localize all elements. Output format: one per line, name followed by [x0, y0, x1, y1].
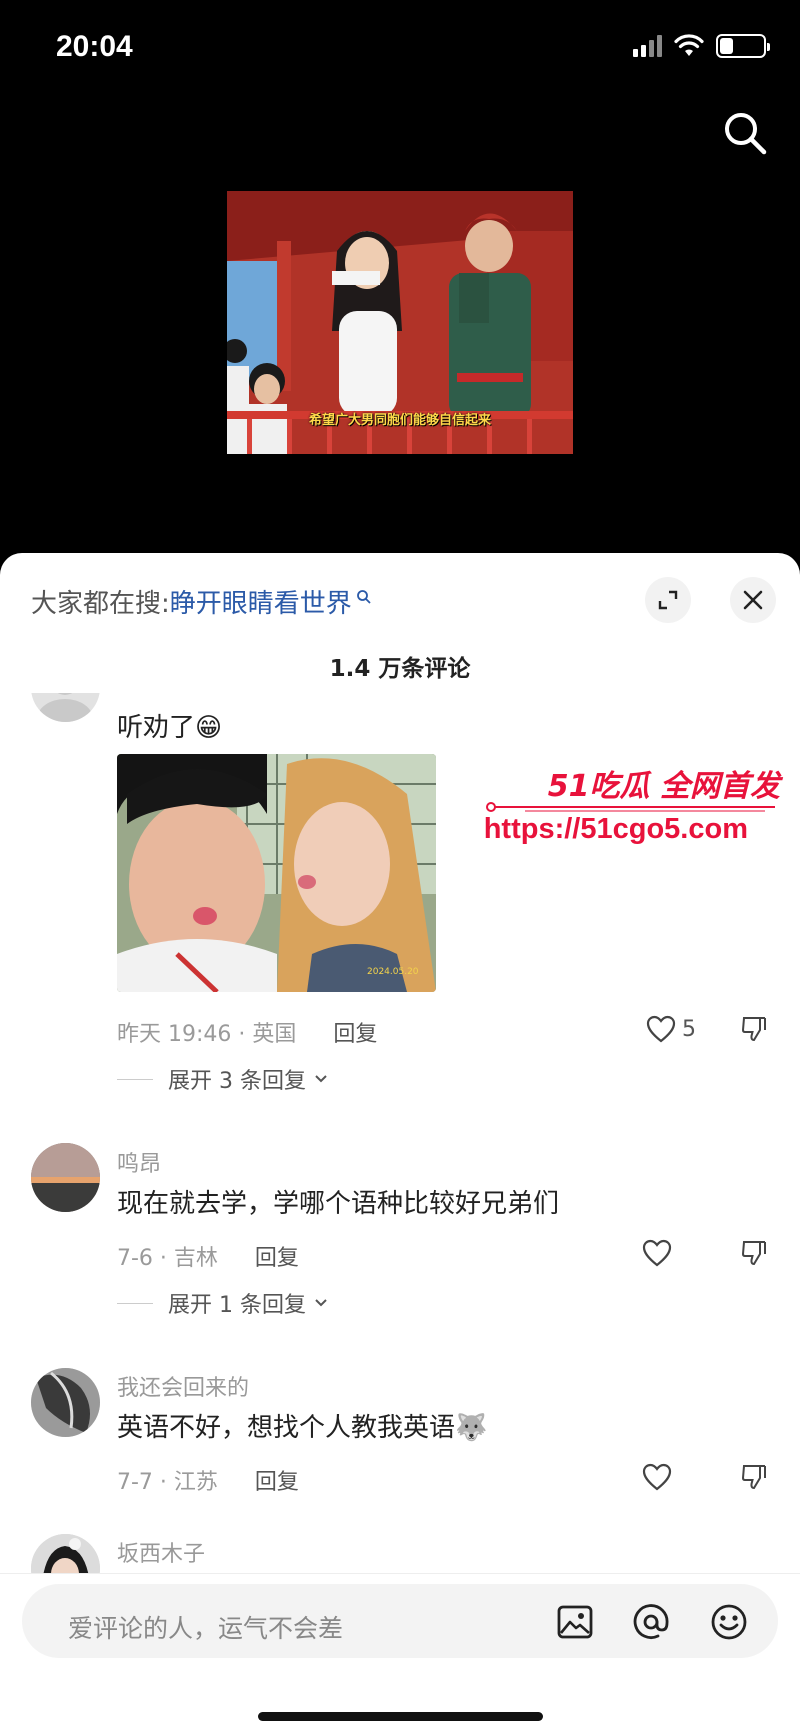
emoji-icon[interactable] [710, 1603, 748, 1641]
watermark-url: https://51cgo5.com [483, 813, 748, 845]
comment-count: 1.4 万条评论 [329, 656, 471, 682]
video-subtitle: 希望广大男同胞们能够自信起来 [308, 413, 491, 428]
comment-username[interactable]: 我还会回来的 [117, 1370, 249, 1402]
expand-icon [658, 590, 678, 610]
reply-button[interactable]: 回复 [333, 1022, 377, 1047]
close-icon [743, 590, 763, 610]
video-frame[interactable]: 希望广大男同胞们能够自信起来 [227, 191, 573, 454]
like-count: 5 [682, 1016, 696, 1042]
comment-time-location: 7-6 · 吉林 [117, 1246, 218, 1271]
like-button[interactable]: 5 [646, 1015, 696, 1043]
expand-replies-label: 展开 3 条回复 [168, 1069, 306, 1094]
battery-level [720, 38, 733, 54]
like-button[interactable] [642, 1239, 672, 1267]
dislike-icon[interactable] [740, 1463, 768, 1491]
comment-input-bar: 爱评论的人，运气不会差 [0, 1573, 800, 1731]
chevron-down-icon [315, 1299, 327, 1307]
avatar[interactable] [31, 1534, 100, 1573]
status-time: 20:04 [56, 30, 133, 63]
expand-button[interactable] [645, 577, 691, 623]
close-button[interactable] [730, 577, 776, 623]
hot-search-link[interactable]: 大家都在搜: 睁开眼睛看世界 [31, 583, 372, 620]
expand-replies-button[interactable]: 展开 1 条回复 [117, 1287, 330, 1319]
reply-button[interactable]: 回复 [255, 1470, 299, 1495]
dislike-icon[interactable] [740, 1015, 768, 1043]
comment-meta: 7-7 · 江苏 回复 [117, 1464, 299, 1496]
comment-input-placeholder: 爱评论的人，运气不会差 [68, 1614, 344, 1643]
image-icon[interactable] [556, 1603, 594, 1641]
like-button[interactable] [642, 1463, 672, 1491]
comment-time-location: 7-7 · 江苏 [117, 1470, 218, 1495]
comment-sheet: 大家都在搜: 睁开眼睛看世界 1.4 万条评论 听劝了😁 2024.05.20 … [0, 553, 800, 1731]
dislike-icon[interactable] [740, 1239, 768, 1267]
sheet-header: 大家都在搜: 睁开眼睛看世界 1.4 万条评论 [0, 553, 800, 693]
comment-image[interactable]: 2024.05.20 [117, 754, 436, 992]
wifi-icon [674, 34, 704, 56]
avatar[interactable] [31, 1143, 100, 1212]
heart-icon [642, 1239, 672, 1267]
avatar[interactable] [31, 693, 100, 722]
comment-username[interactable]: 鸣昂 [117, 1146, 161, 1178]
battery-icon [716, 34, 770, 58]
comment-text: 英语不好，想找个人教我英语🐺 [117, 1413, 488, 1443]
heart-icon [642, 1463, 672, 1491]
comment-meta: 昨天 19:46 · 英国 回复 [117, 1016, 377, 1048]
search-icon[interactable] [720, 108, 770, 158]
status-bar: 20:04 [0, 0, 800, 100]
hot-search-keyword[interactable]: 睁开眼睛看世界 [170, 583, 352, 620]
signal-icon [633, 35, 662, 57]
comment-meta: 7-6 · 吉林 回复 [117, 1240, 299, 1272]
at-icon[interactable] [632, 1603, 670, 1641]
chevron-down-icon [315, 1075, 327, 1083]
watermark: 51吃瓜 全网首发 https://51cgo5.com [483, 761, 790, 871]
hot-search-prefix: 大家都在搜: [31, 589, 170, 619]
status-indicators [633, 34, 770, 58]
comment-text: 听劝了😁 [117, 713, 223, 743]
home-indicator [258, 1712, 543, 1721]
heart-icon [646, 1015, 676, 1043]
svg-text:2024.05.20: 2024.05.20 [367, 967, 419, 977]
search-icon [356, 589, 371, 604]
reply-button[interactable]: 回复 [255, 1246, 299, 1271]
expand-replies-label: 展开 1 条回复 [168, 1293, 306, 1318]
avatar[interactable] [31, 1368, 100, 1437]
comment-time-location: 昨天 19:46 · 英国 [117, 1022, 297, 1047]
expand-replies-button[interactable]: 展开 3 条回复 [117, 1063, 330, 1095]
comment-username[interactable]: 坂西木子 [117, 1536, 205, 1568]
comment-text: 现在就去学，学哪个语种比较好兄弟们 [117, 1189, 560, 1219]
comment-input[interactable]: 爱评论的人，运气不会差 [22, 1584, 778, 1658]
